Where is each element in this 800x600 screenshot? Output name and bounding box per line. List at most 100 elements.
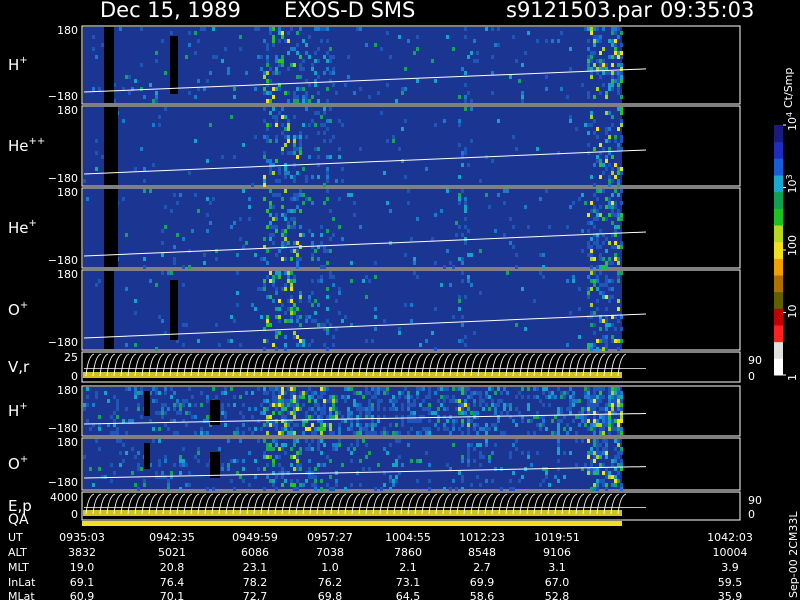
footer-cell: 1004:55 bbox=[385, 531, 431, 544]
colorbar-swatch bbox=[774, 225, 783, 243]
footer-cell: 0949:59 bbox=[232, 531, 278, 544]
colorbar-swatch bbox=[774, 191, 783, 209]
panel-5: 25 0 90 0 V,r bbox=[8, 351, 762, 383]
colorbar: Ct/Smp 104 103 100 10 1 bbox=[774, 68, 799, 381]
panel-8: 40000900E,p bbox=[8, 491, 762, 521]
footer-cell: 58.6 bbox=[470, 590, 495, 600]
footer-cell: 35.9 bbox=[718, 590, 743, 600]
panel-2: 180 −180 He++ bbox=[8, 104, 741, 187]
colorbar-swatch bbox=[774, 158, 783, 176]
colorbar-tick-label: 1 bbox=[786, 374, 799, 381]
colorbar-tick-label: 103 bbox=[785, 174, 799, 193]
panel-5-right-bottom: 0 bbox=[748, 370, 755, 383]
footer-cell: 8548 bbox=[468, 546, 496, 559]
panel-5-label: V,r bbox=[8, 358, 30, 376]
footer-cell: 67.0 bbox=[545, 576, 570, 589]
panel-3-bottom-tick: −180 bbox=[48, 254, 78, 267]
panel-1: 180 −180 H+ bbox=[8, 24, 741, 105]
panel-5-top-tick: 25 bbox=[64, 351, 78, 364]
panel-2-label: He++ bbox=[8, 136, 45, 155]
panel-2-top-tick: 180 bbox=[57, 104, 78, 117]
footer-cell: 20.8 bbox=[160, 561, 185, 574]
footer-cell: 64.5 bbox=[396, 590, 421, 600]
footer-cell: 0935:03 bbox=[59, 531, 105, 544]
colorbar-tick-label: 100 bbox=[786, 235, 799, 256]
footer-cell: 0957:27 bbox=[307, 531, 353, 544]
panel-7-label: O+ bbox=[8, 454, 28, 473]
header-time: 09:35:03 bbox=[660, 0, 755, 22]
footer-row-label: MLT bbox=[8, 561, 29, 574]
footer-cell: 7038 bbox=[316, 546, 344, 559]
colorbar-swatch bbox=[774, 175, 783, 193]
footer-cell: 3.1 bbox=[548, 561, 566, 574]
footer-cell: 69.1 bbox=[70, 576, 95, 589]
colorbar-tick-label: 10 bbox=[786, 305, 799, 319]
footer-cell: 72.7 bbox=[243, 590, 268, 600]
qa-bar bbox=[82, 521, 622, 526]
colorbar-swatch bbox=[774, 308, 783, 326]
panel-3-top-tick: 180 bbox=[57, 186, 78, 199]
panel-8-right-top: 90 bbox=[748, 494, 762, 507]
colorbar-swatch bbox=[774, 275, 783, 293]
footer-cell: 1019:51 bbox=[534, 531, 580, 544]
footer-cell: 2.7 bbox=[473, 561, 491, 574]
colorbar-tick-label: 104 bbox=[785, 112, 799, 131]
footer-cell: 69.9 bbox=[470, 576, 495, 589]
footer-row-label: UT bbox=[8, 531, 23, 544]
footer-row-label: ALT bbox=[8, 546, 27, 559]
footer-cell: 73.1 bbox=[396, 576, 421, 589]
colorbar-swatch bbox=[774, 141, 783, 159]
footer-cell: 1042:03 bbox=[707, 531, 753, 544]
footer-cell: 10004 bbox=[713, 546, 748, 559]
panel-8-right-bottom: 0 bbox=[748, 508, 755, 521]
panel-8-top-tick: 4000 bbox=[50, 491, 78, 504]
footer-cell: 23.1 bbox=[243, 561, 268, 574]
colorbar-swatch bbox=[774, 258, 783, 276]
panel-7-bottom-tick: −180 bbox=[48, 476, 78, 489]
header-date: Dec 15, 1989 bbox=[100, 0, 241, 22]
footer-cell: 76.2 bbox=[318, 576, 343, 589]
colorbar-swatch bbox=[774, 241, 783, 259]
panel-6-top-tick: 180 bbox=[57, 384, 78, 397]
footer-cell: 6086 bbox=[241, 546, 269, 559]
panel-1-bottom-tick: −180 bbox=[48, 90, 78, 103]
panel-4-label: O+ bbox=[8, 300, 28, 319]
colorbar-swatch bbox=[774, 125, 783, 143]
colorbar-swatch bbox=[774, 325, 783, 343]
panel-7-top-tick: 180 bbox=[57, 436, 78, 449]
panel-6-label: H+ bbox=[8, 401, 28, 420]
panel-1-top-tick: 180 bbox=[57, 24, 78, 37]
footer-cell: 9106 bbox=[543, 546, 571, 559]
footer-cell: 69.8 bbox=[318, 590, 343, 600]
panel-4: 180 −180 O+ bbox=[8, 268, 741, 351]
panel-4-top-tick: 180 bbox=[57, 268, 78, 281]
panel-6-bottom-tick: −180 bbox=[48, 422, 78, 435]
footer-cell: 78.2 bbox=[243, 576, 268, 589]
panel-7: 180 −180 O+ bbox=[8, 436, 741, 491]
panel-5-bottom-tick: 0 bbox=[71, 370, 78, 383]
footer-side-note: Sep-00 2CM33L bbox=[787, 511, 800, 598]
footer-cell: 2.1 bbox=[399, 561, 417, 574]
footer-cell: 1012:23 bbox=[459, 531, 505, 544]
footer-cell: 3832 bbox=[68, 546, 96, 559]
colorbar-swatch bbox=[774, 341, 783, 359]
footer-row-label: MLat bbox=[8, 590, 35, 600]
panel-3-label: He+ bbox=[8, 218, 37, 237]
colorbar-swatch bbox=[774, 208, 783, 226]
panel-6: 180 −180 H+ bbox=[8, 384, 741, 437]
header-file: s9121503.par bbox=[506, 0, 652, 22]
footer-cell: 52.8 bbox=[545, 590, 570, 600]
header-instrument: EXOS-D SMS bbox=[284, 0, 416, 22]
footer-cell: 19.0 bbox=[70, 561, 95, 574]
footer-cell: 0942:35 bbox=[149, 531, 195, 544]
footer-cell: 3.9 bbox=[721, 561, 739, 574]
footer-cell: 76.4 bbox=[160, 576, 185, 589]
footer-cell: 59.5 bbox=[718, 576, 743, 589]
colorbar-swatch bbox=[774, 291, 783, 309]
panel-8-bottom-tick: 0 bbox=[71, 508, 78, 521]
panel-5-right-top: 90 bbox=[748, 354, 762, 367]
panel-3: 180 −180 He+ bbox=[8, 186, 741, 269]
colorbar-unit: Ct/Smp bbox=[782, 68, 795, 108]
footer-cell: 7860 bbox=[394, 546, 422, 559]
qa-label: QA bbox=[8, 512, 29, 528]
